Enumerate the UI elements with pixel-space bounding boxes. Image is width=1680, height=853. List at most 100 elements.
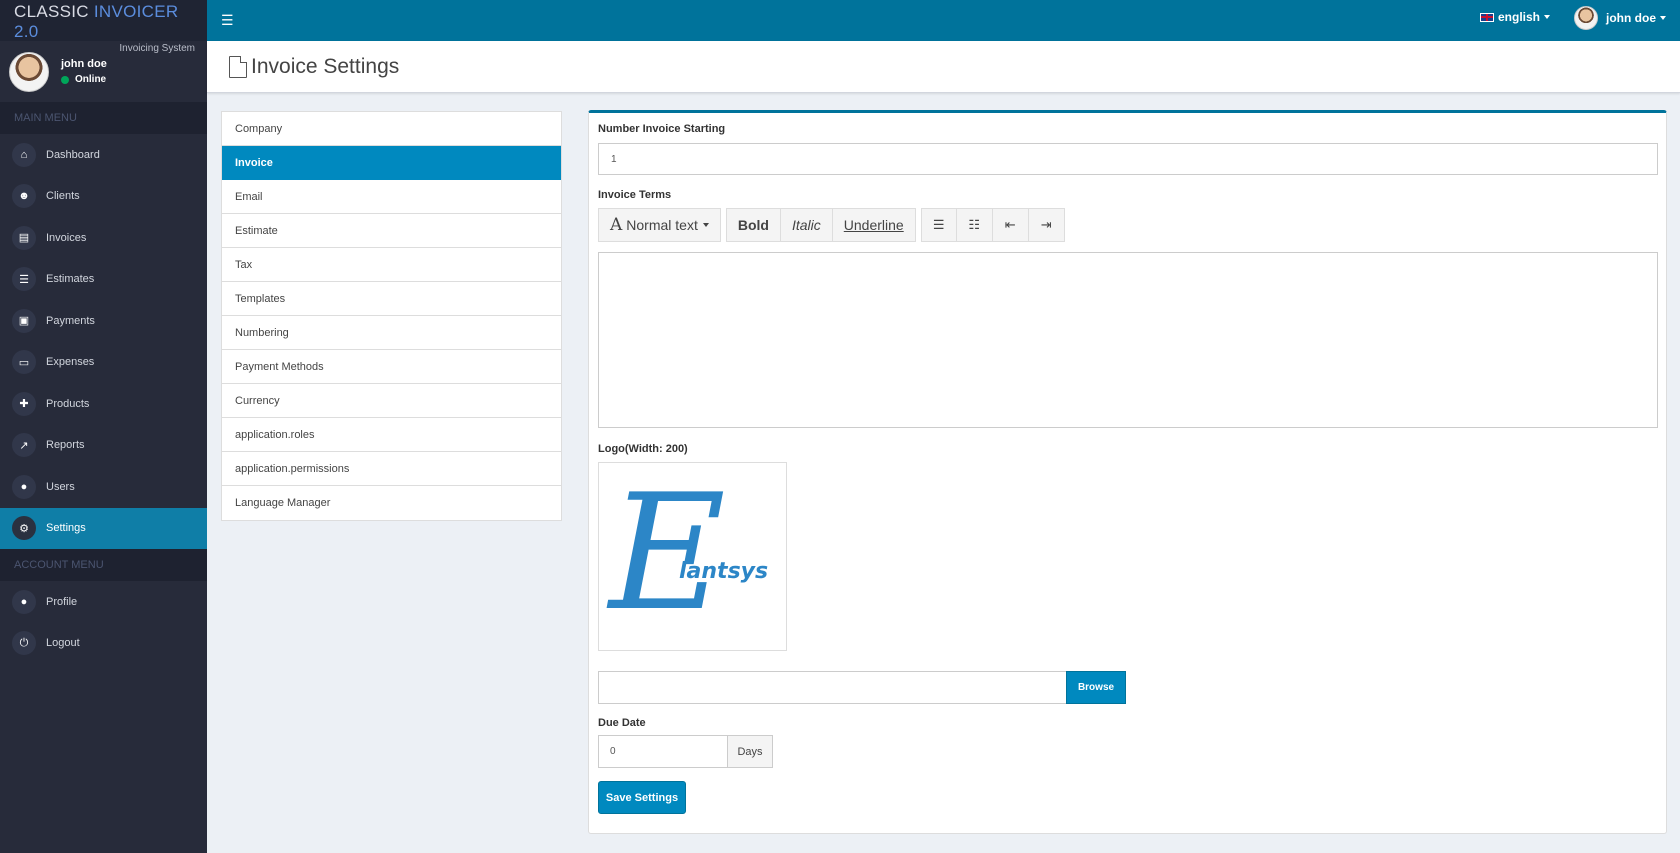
sidebar-item-label: Reports bbox=[46, 439, 85, 452]
text-style-label: Normal text bbox=[626, 217, 698, 233]
language-label: english bbox=[1497, 10, 1540, 24]
ordered-list-icon[interactable]: ☷ bbox=[956, 208, 993, 242]
sidebar-item-settings[interactable]: ⚙ Settings bbox=[0, 507, 207, 549]
settings-nav-roles[interactable]: application.roles bbox=[222, 418, 561, 452]
settings-nav-language-manager[interactable]: Language Manager bbox=[222, 486, 561, 520]
power-icon: ⏻ bbox=[12, 631, 36, 656]
settings-nav-invoice[interactable]: Invoice bbox=[222, 146, 561, 180]
account-menu-header: ACCOUNT MENU bbox=[0, 549, 207, 581]
sidebar-item-label: Dashboard bbox=[46, 148, 100, 161]
number-invoice-input[interactable]: 1 bbox=[598, 143, 1658, 175]
sidebar-item-label: Settings bbox=[46, 522, 86, 535]
topbar: ☰ english john doe bbox=[207, 0, 1680, 41]
home-icon: ⌂ bbox=[12, 142, 36, 167]
caret-down-icon bbox=[1660, 16, 1666, 20]
settings-nav-numbering[interactable]: Numbering bbox=[222, 316, 561, 350]
bold-button[interactable]: Bold bbox=[725, 208, 781, 242]
sidebar-item-label: Payments bbox=[46, 314, 95, 327]
hamburger-menu-icon[interactable]: ☰ bbox=[221, 12, 234, 29]
sidebar-item-invoices[interactable]: ▤ Invoices bbox=[0, 217, 207, 259]
online-status-icon bbox=[61, 75, 69, 84]
status-text: Online bbox=[75, 73, 107, 85]
settings-nav-templates[interactable]: Templates bbox=[222, 282, 561, 316]
money-icon: ▣ bbox=[12, 308, 36, 333]
brand-title-main: CLASSIC bbox=[14, 2, 89, 21]
browse-button[interactable]: Browse bbox=[1066, 671, 1126, 704]
avatar bbox=[9, 51, 49, 92]
settings-nav-currency[interactable]: Currency bbox=[222, 384, 561, 418]
sidebar-item-label: Users bbox=[46, 480, 75, 493]
outdent-icon[interactable]: ⇤ bbox=[992, 208, 1029, 242]
sidebar-item-estimates[interactable]: ☰ Estimates bbox=[0, 259, 207, 301]
cogs-icon: ⚙ bbox=[12, 516, 36, 541]
caret-down-icon bbox=[1544, 15, 1550, 19]
sidebar-item-profile[interactable]: ● Profile bbox=[0, 581, 207, 623]
caret-down-icon bbox=[702, 223, 709, 227]
settings-nav-tax[interactable]: Tax bbox=[222, 248, 561, 282]
uk-flag-icon bbox=[1479, 12, 1494, 22]
text-style-dropdown[interactable]: A Normal text bbox=[598, 208, 721, 242]
user-dropdown[interactable]: john doe bbox=[1574, 6, 1666, 30]
avatar bbox=[1574, 6, 1598, 30]
sidebar-item-dashboard[interactable]: ⌂ Dashboard bbox=[0, 134, 207, 176]
invoice-terms-label: Invoice Terms bbox=[598, 189, 672, 201]
sidebar-item-users[interactable]: ● Users bbox=[0, 466, 207, 508]
underline-button[interactable]: Underline bbox=[832, 208, 916, 242]
sidebar-item-label: Clients bbox=[46, 190, 80, 203]
user-status: Online bbox=[61, 72, 107, 88]
line-chart-icon: ↗ bbox=[12, 433, 36, 458]
editor-toolbar: A Normal text Bold Italic Underline ☰ ☷ … bbox=[598, 208, 1070, 242]
users-icon: ☻ bbox=[12, 184, 36, 209]
font-icon: A bbox=[610, 215, 623, 235]
unordered-list-icon[interactable]: ☰ bbox=[920, 208, 957, 242]
invoice-settings-form: Number Invoice Starting 1 Invoice Terms … bbox=[588, 110, 1667, 834]
main-menu: ⌂ Dashboard ☻ Clients ▤ Invoices ☰ Estim… bbox=[0, 134, 207, 549]
sidebar-item-label: Products bbox=[46, 397, 90, 410]
indent-icon[interactable]: ⇥ bbox=[1028, 208, 1065, 242]
puzzle-icon: ✚ bbox=[12, 391, 36, 416]
sidebar-item-label: Expenses bbox=[46, 356, 95, 369]
settings-nav: Company Invoice Email Estimate Tax Templ… bbox=[221, 111, 562, 521]
due-date-input[interactable]: 0 bbox=[598, 735, 728, 768]
sidebar: CLASSIC INVOICER 2.0 Invoicing System jo… bbox=[0, 0, 207, 853]
file-pdf-icon bbox=[229, 55, 247, 78]
list-alt-icon: ☰ bbox=[12, 267, 36, 292]
sidebar-item-clients[interactable]: ☻ Clients bbox=[0, 176, 207, 218]
sidebar-item-label: Invoices bbox=[46, 231, 87, 244]
italic-button[interactable]: Italic bbox=[780, 208, 833, 242]
sidebar-item-payments[interactable]: ▣ Payments bbox=[0, 300, 207, 342]
logo-letter: E bbox=[609, 459, 726, 646]
top-user-name: john doe bbox=[1606, 11, 1656, 25]
sidebar-item-expenses[interactable]: ▭ Expenses bbox=[0, 342, 207, 384]
settings-nav-email[interactable]: Email bbox=[222, 180, 561, 214]
settings-nav-payment-methods[interactable]: Payment Methods bbox=[222, 350, 561, 384]
brand-logo[interactable]: CLASSIC INVOICER 2.0 Invoicing System bbox=[0, 0, 207, 54]
user-icon: ● bbox=[12, 589, 36, 614]
settings-nav-permissions[interactable]: application.permissions bbox=[222, 452, 561, 486]
logo-text: lantsys bbox=[679, 559, 769, 584]
credit-card-icon: ▭ bbox=[12, 350, 36, 375]
due-date-label: Due Date bbox=[598, 717, 646, 729]
save-settings-button[interactable]: Save Settings bbox=[598, 781, 686, 814]
invoice-terms-editor[interactable] bbox=[598, 252, 1658, 428]
page-title: Invoice Settings bbox=[251, 54, 400, 78]
settings-nav-estimate[interactable]: Estimate bbox=[222, 214, 561, 248]
sidebar-item-label: Estimates bbox=[46, 273, 95, 286]
sidebar-item-reports[interactable]: ↗ Reports bbox=[0, 425, 207, 467]
user-name: john doe bbox=[61, 57, 107, 70]
number-invoice-label: Number Invoice Starting bbox=[598, 123, 726, 135]
days-addon: Days bbox=[727, 735, 773, 768]
language-dropdown[interactable]: english bbox=[1479, 10, 1550, 24]
logo-label: Logo(Width: 200) bbox=[598, 443, 688, 455]
file-pdf-icon: ▤ bbox=[12, 225, 36, 250]
main-menu-header: MAIN MENU bbox=[0, 102, 207, 134]
logo-preview: E lantsys bbox=[598, 462, 787, 651]
logo-file-input[interactable] bbox=[598, 671, 1067, 704]
user-icon: ● bbox=[12, 474, 36, 499]
settings-nav-company[interactable]: Company bbox=[222, 112, 561, 146]
page-header: Invoice Settings bbox=[207, 41, 1680, 93]
sidebar-item-label: Profile bbox=[46, 595, 78, 608]
sidebar-item-logout[interactable]: ⏻ Logout bbox=[0, 623, 207, 665]
account-menu: ● Profile ⏻ Logout bbox=[0, 581, 207, 664]
sidebar-item-products[interactable]: ✚ Products bbox=[0, 383, 207, 425]
